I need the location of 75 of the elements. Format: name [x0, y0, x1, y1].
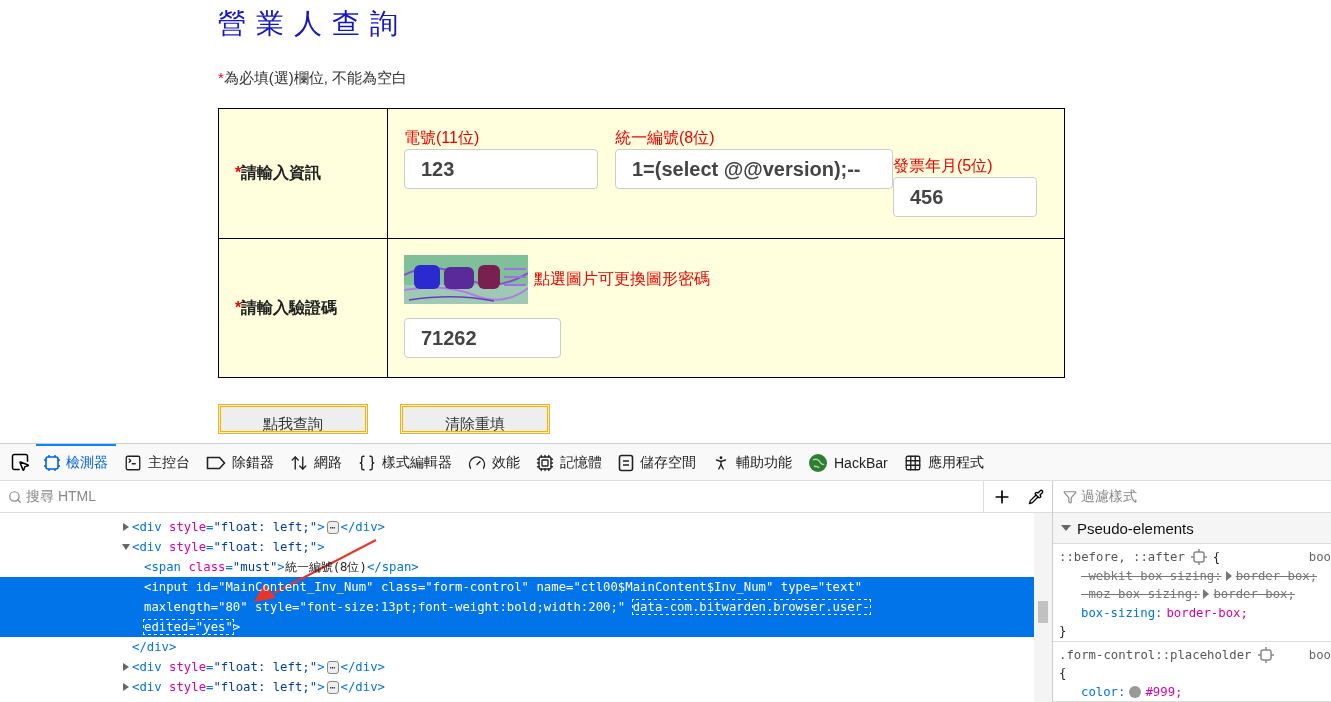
color-swatch[interactable]	[1129, 685, 1142, 698]
markup-line[interactable]: <div style="float: left;"> ⋯ </div>	[0, 657, 1034, 677]
css-value[interactable]: border-box;	[1166, 603, 1248, 622]
captcha-field[interactable]: 71262	[404, 318, 561, 358]
css-selector: .form-control::placeholder	[1059, 646, 1252, 664]
css-property[interactable]: box-sizing:	[1081, 603, 1163, 622]
field-label: 發票年月(5位)	[893, 156, 994, 176]
css-value[interactable]: #999;	[1145, 682, 1183, 701]
css-property[interactable]: -moz-box-sizing:	[1081, 585, 1200, 604]
source-link[interactable]: boo	[1308, 645, 1331, 664]
markup-line[interactable]: <div style="float: left;">	[0, 537, 1034, 557]
inspector-icon	[44, 455, 60, 471]
devtools-tab[interactable]: HackBar	[800, 444, 896, 480]
tag-icon	[206, 456, 226, 470]
search-icon	[8, 489, 22, 504]
devtools-tab[interactable]: 檢測器	[36, 444, 116, 480]
chip-icon	[536, 454, 554, 472]
grid-icon	[903, 454, 922, 472]
required-note: *為必填(選)欄位, 不能為空白	[218, 69, 408, 88]
form-button[interactable]: 清除重填	[400, 404, 550, 434]
collapsed-badge[interactable]: ⋯	[326, 681, 339, 694]
css-property[interactable]: -webkit-box-sizing:	[1081, 566, 1222, 585]
css-value[interactable]: border-box;	[1235, 566, 1318, 585]
devtools-tab[interactable]: 除錯器	[198, 444, 282, 480]
collapsed-badge[interactable]: ⋯	[326, 661, 339, 674]
expand-triangle-icon[interactable]	[1225, 570, 1232, 581]
text-field[interactable]: 123	[404, 149, 598, 189]
devtools-tab[interactable]: 記憶體	[528, 444, 610, 480]
storage-icon	[618, 454, 634, 472]
gauge-icon	[468, 454, 486, 472]
devtools-tab[interactable]: 輔助功能	[704, 444, 800, 480]
brace: {	[1212, 549, 1221, 566]
network-icon	[290, 454, 308, 472]
field-label: 電號(11位)	[404, 128, 481, 148]
row-label: *請輸入驗證碼	[235, 297, 338, 318]
text-field[interactable]: 1=(select @@version);--	[615, 149, 893, 189]
console-icon	[124, 454, 142, 472]
markup-line[interactable]: <div style="float: left;"> ⋯ </div>	[0, 677, 1034, 697]
field-label: 統一編號(8位)	[615, 128, 716, 148]
collapsed-badge[interactable]: ⋯	[326, 521, 339, 534]
devtools-tab[interactable]: 網路	[282, 444, 350, 480]
devtools-tab[interactable]: 應用程式	[895, 444, 992, 480]
closing-tag: </div>	[340, 677, 385, 697]
devtools-tab[interactable]: 主控台	[116, 444, 198, 480]
scrollbar[interactable]	[1034, 513, 1052, 702]
captcha-hint: 點選圖片可更換圖形密碼	[534, 269, 710, 289]
text-field[interactable]: 456	[893, 177, 1037, 217]
markup-line[interactable]: <div style="float: left;"> ⋯ </div>	[0, 517, 1034, 537]
source-link[interactable]: boo	[1308, 548, 1331, 567]
devtools-tab[interactable]: 儲存空間	[610, 444, 704, 480]
section-title: Pseudo-elements	[1077, 519, 1194, 537]
closing-tag: </div>	[340, 517, 385, 537]
row-label: *請輸入資訊	[235, 163, 322, 183]
section-header[interactable]: Pseudo-elements	[1053, 513, 1331, 544]
triangle-icon[interactable]	[1061, 523, 1071, 533]
target-icon[interactable]	[1190, 549, 1207, 566]
brace: {	[1059, 666, 1067, 680]
page-title: 營業人查詢	[218, 6, 408, 42]
placeholder-text: 過濾樣式	[1081, 487, 1137, 506]
css-property[interactable]: color:	[1081, 682, 1126, 701]
closing-tag: </div>	[340, 657, 385, 677]
expand-triangle-icon[interactable]	[1203, 589, 1210, 600]
devtools-tab[interactable]: 樣式編輯器	[350, 444, 460, 480]
markup-line[interactable]: </div>	[0, 637, 1034, 657]
target-icon[interactable]	[1257, 646, 1274, 663]
css-selector: ::before, ::after	[1059, 549, 1185, 566]
search-field[interactable]: 搜尋 HTML	[0, 481, 984, 512]
filter-icon	[1063, 489, 1077, 504]
braces-icon	[358, 454, 376, 472]
placeholder-text: 搜尋 HTML	[26, 487, 96, 506]
form-button[interactable]: 點我查詢	[218, 404, 368, 434]
brace: }	[1059, 624, 1067, 638]
globe-icon	[808, 453, 828, 473]
css-value[interactable]: border-box;	[1213, 585, 1295, 604]
devtools-tab[interactable]: 效能	[460, 444, 528, 480]
